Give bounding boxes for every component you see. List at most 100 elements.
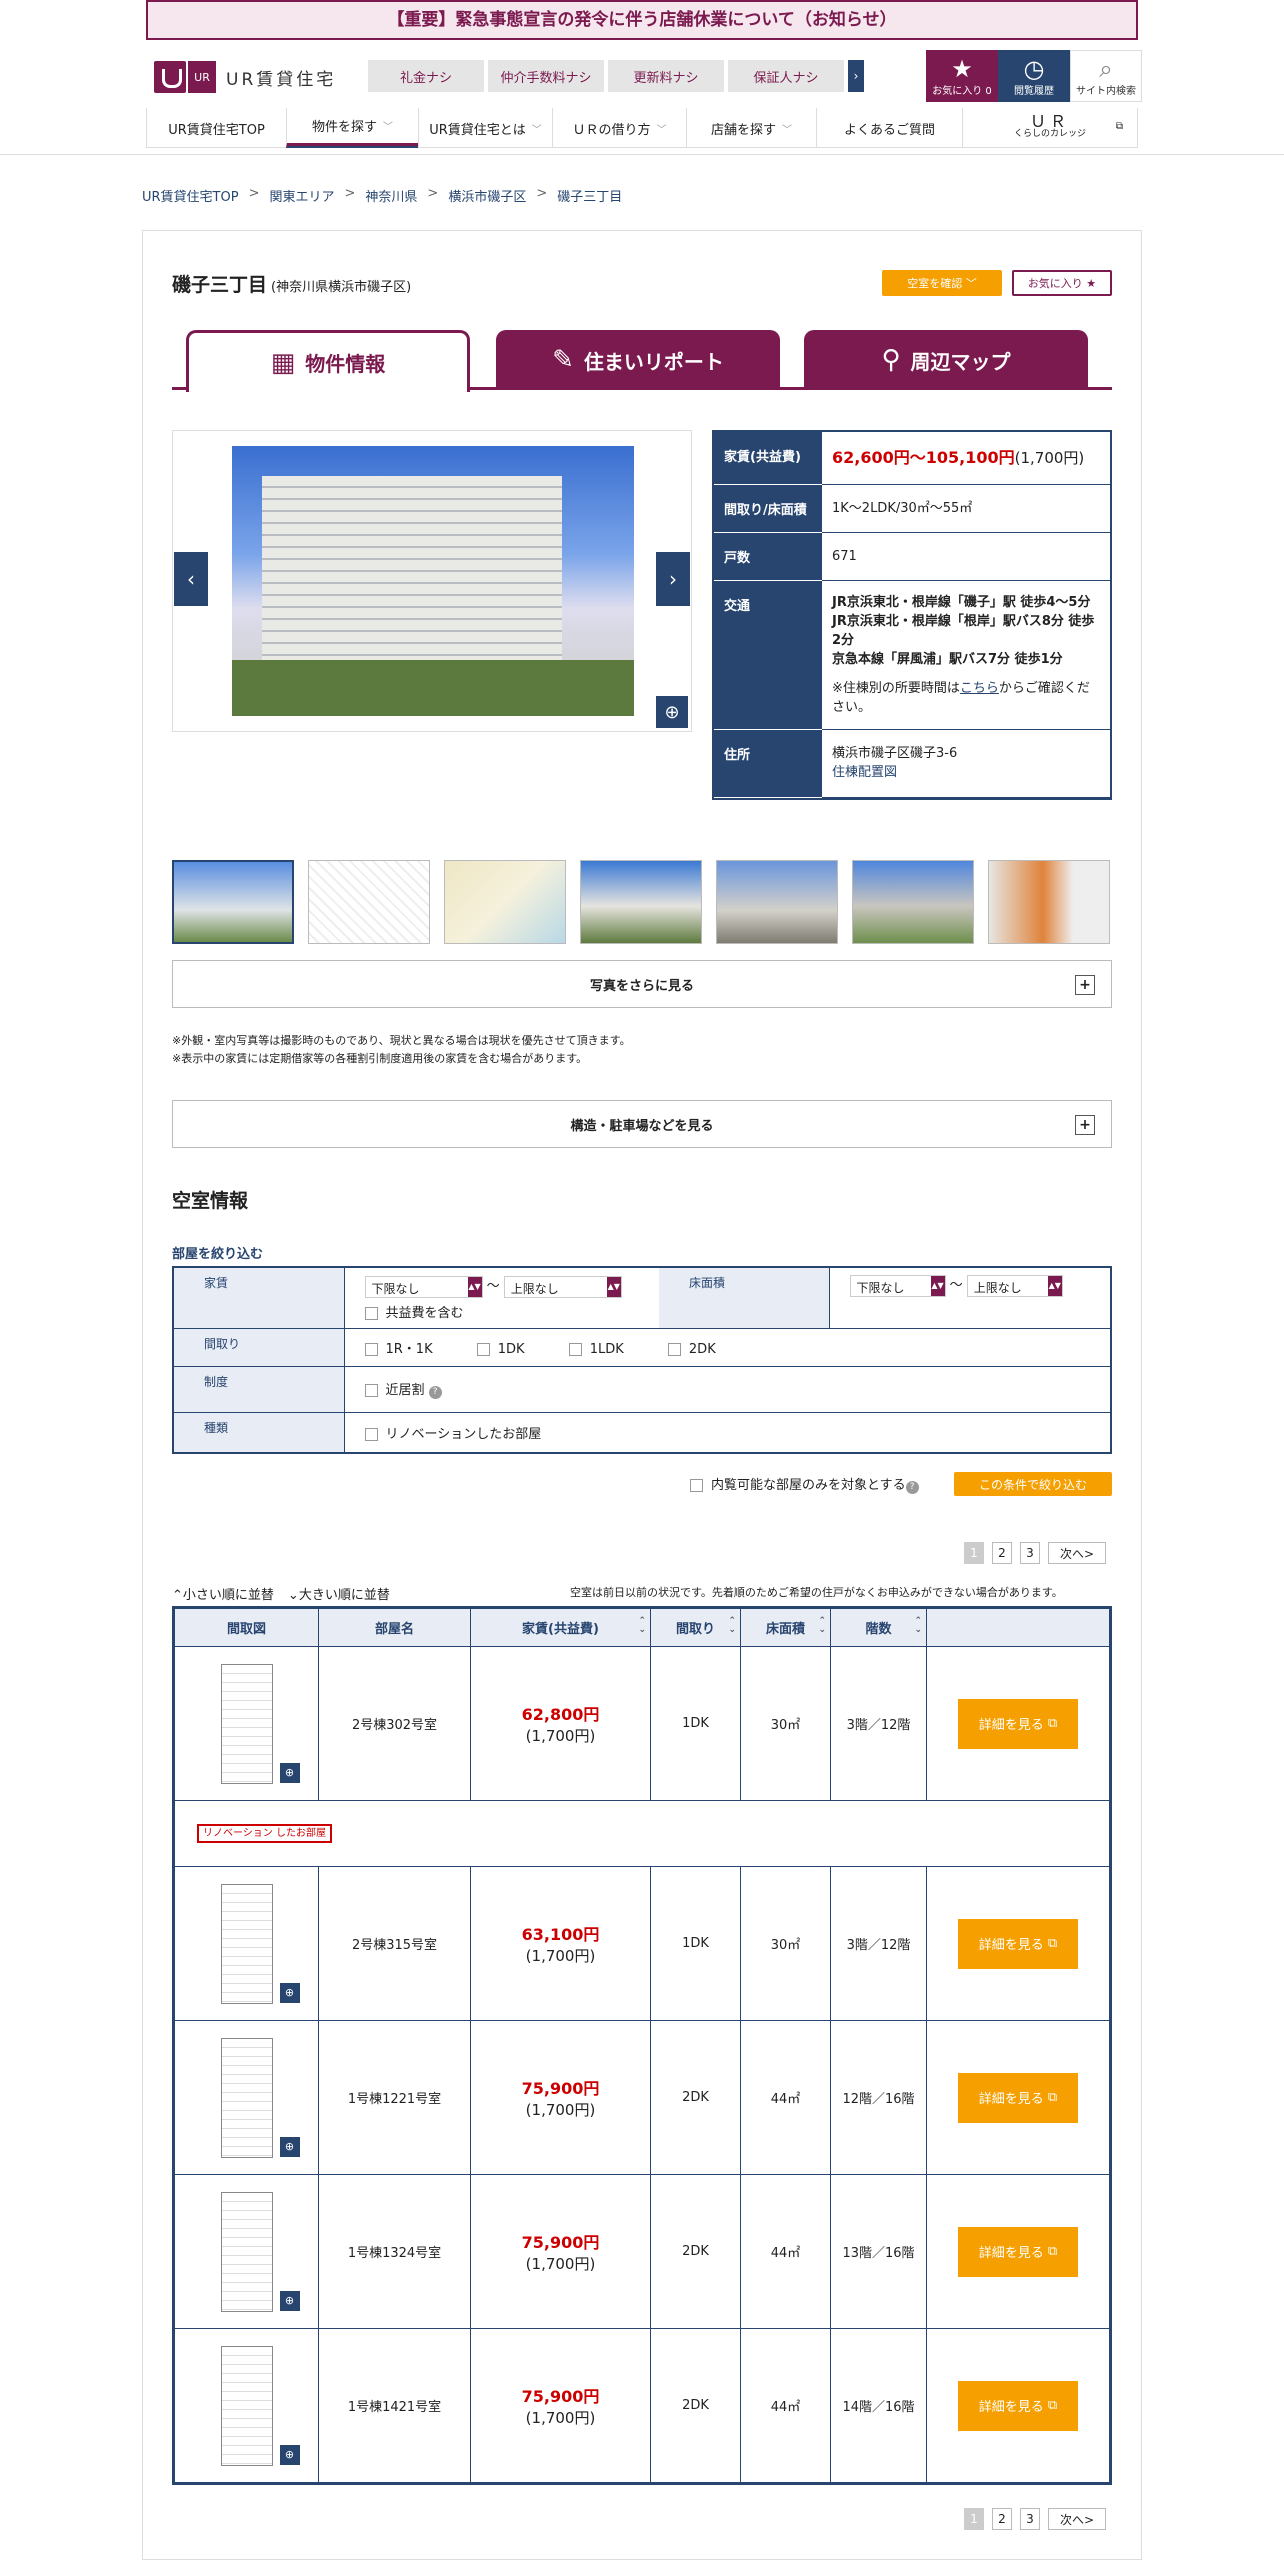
view-detail-button[interactable]: 詳細を見る ⧉ [958,2226,1078,2277]
ur-logo[interactable]: UR UR賃貸住宅 [154,60,350,94]
breadcrumb-kanagawa[interactable]: 神奈川県 [365,186,417,205]
map-pin-icon: ⚲ [881,345,901,375]
help-icon[interactable]: ? [905,1481,919,1494]
access-note: ※住棟別の所要時間はこちらからご確認ください。 [832,680,1090,715]
nav-ur-top[interactable]: UR賃貸住宅TOP [146,108,286,148]
access-detail-link[interactable]: こちら [960,681,999,696]
next-page-button[interactable]: 次へ> [1048,1542,1106,1564]
breadcrumb-kanto[interactable]: 関東エリア [269,186,334,205]
zoom-in-icon[interactable]: ⊕ [279,2444,300,2465]
view-detail-button[interactable]: 詳細を見る ⧉ [958,1698,1078,1749]
breadcrumb-current[interactable]: 磯子三丁目 [557,186,622,205]
col-layout[interactable]: 間取り ⌃ ⌄ [650,1608,741,1647]
history-label: 閲覧履歴 [1014,85,1054,97]
col-floor[interactable]: 階数 ⌃ ⌄ [830,1608,927,1647]
history-button[interactable]: ◷ 閲覧履歴 [998,50,1070,102]
property-tabs: ▦ 物件情報 ✎ 住まいリポート ⚲ 周辺マップ [172,330,1112,392]
table-row: ⊕ 1号棟1221号室 75,900円 (1,700円) 2DK 44㎡ 12階／… [174,2020,1110,2175]
floor-plan-image[interactable]: ⊕ [220,2191,300,2312]
layout-1r1k-checkbox[interactable] [364,1342,378,1356]
building-icon: ▦ [270,347,296,378]
badge-next-button[interactable]: › [848,60,864,92]
structure-parking-toggle[interactable]: 構造・駐車場などを見る + [172,1100,1112,1148]
layout-2dk-checkbox[interactable] [667,1342,681,1356]
zoom-in-icon[interactable]: ⊕ [279,1762,300,1783]
layout-1ldk-checkbox[interactable] [568,1342,582,1356]
college-logo-top: ＵＲ [1029,112,1070,131]
layout-1dk-checkbox[interactable] [476,1342,490,1356]
site-plan-link[interactable]: 住棟配置図 [832,765,897,780]
sort-ascending-link[interactable]: ⌃小さい順に並替 [172,1584,274,1603]
page-2[interactable]: 2 [992,2508,1012,2530]
page-1[interactable]: 1 [964,2508,984,2530]
room-name: 2号棟302号室 [318,1646,471,1801]
college-logo-bottom: くらしのカレッジ [1013,129,1086,139]
tab-property-info[interactable]: ▦ 物件情報 [186,330,470,392]
favorites-button[interactable]: ★ お気に入り 0 [926,50,998,102]
view-detail-button[interactable]: 詳細を見る ⧉ [958,2380,1078,2431]
nav-find-store[interactable]: 店舗を探す ﹀ [686,108,816,148]
zoom-in-icon[interactable]: ⊕ [279,2290,300,2311]
renovated-checkbox[interactable] [364,1427,378,1441]
site-search-button[interactable]: ⌕ サイト内検索 [1070,50,1142,102]
zoom-in-icon[interactable]: ⊕ [279,1982,300,2003]
next-page-button[interactable]: 次へ> [1048,2508,1106,2530]
more-photos-toggle[interactable]: 写真をさらに見る + [172,960,1112,1008]
kinkyo-discount-checkbox[interactable] [364,1384,378,1397]
nav-about-ur[interactable]: UR賃貸住宅とは ﹀ [418,108,552,148]
check-vacancy-button[interactable]: 空室を確認 ﹀ [882,270,1002,296]
floor-plan-image[interactable]: ⊕ [220,1663,300,1784]
view-detail-button[interactable]: 詳細を見る ⧉ [958,2072,1078,2123]
nav-how-to-rent[interactable]: ＵＲの借り方 ﹀ [552,108,686,148]
thumbnail-exterior[interactable] [716,860,838,944]
property-name: 磯子三丁目 [172,274,268,296]
page-1[interactable]: 1 [964,1542,984,1564]
thumbnail-exterior[interactable] [172,860,294,944]
floor-plan-image[interactable]: ⊕ [220,1883,300,2004]
emergency-notice-banner[interactable]: 【重要】緊急事態宣言の発令に伴う店舗休業について（お知らせ） [146,0,1138,40]
help-icon[interactable]: ? [428,1386,442,1399]
gallery-prev-button[interactable]: ‹ [174,552,208,606]
add-favorite-button[interactable]: お気に入り ★ [1012,270,1112,296]
viewable-only-checkbox[interactable] [690,1479,703,1492]
gallery-next-button[interactable]: › [656,552,690,606]
area-max-select[interactable]: 上限なし ▲▼ [966,1274,1063,1297]
badge-no-agent-fee[interactable]: 仲介手数料ナシ [488,60,604,92]
thumbnail-exterior[interactable] [852,860,974,944]
thumbnail-area-map[interactable] [444,860,566,944]
room-area: 44㎡ [740,2174,831,2329]
area-min-select[interactable]: 下限なし ▲▼ [849,1274,946,1297]
floor-plan-image[interactable]: ⊕ [220,2345,300,2466]
col-rent[interactable]: 家賃(共益費) ⌃ ⌄ [470,1608,651,1647]
page-2[interactable]: 2 [992,1542,1012,1564]
tab-living-report[interactable]: ✎ 住まいリポート [496,330,780,390]
zoom-in-button[interactable]: ⊕ [656,696,688,728]
breadcrumb-isogo-ward[interactable]: 横浜市磯子区 [448,186,526,205]
col-area[interactable]: 床面積 ⌃ ⌄ [740,1608,831,1647]
table-row: ⊕ 2号棟315号室 63,100円 (1,700円) 1DK 30㎡ 3階／12… [174,1866,1110,2021]
sort-descending-link[interactable]: ⌄大きい順に並替 [288,1584,390,1603]
thumbnail-map[interactable] [308,860,430,944]
feature-badges: 礼金ナシ 仲介手数料ナシ 更新料ナシ 保証人ナシ › [368,60,864,92]
nav-faq[interactable]: よくあるご質問 [816,108,962,148]
breadcrumb-ur-top[interactable]: UR賃貸住宅TOP [142,186,239,205]
floor-plan-image[interactable]: ⊕ [220,2037,300,2158]
common-fee-checkbox[interactable] [364,1306,378,1320]
badge-no-key-money[interactable]: 礼金ナシ [368,60,484,92]
chevron-down-icon: ﹀ [531,124,542,136]
nav-kurashi-college[interactable]: ＵＲ くらしのカレッジ ⧉ [962,108,1138,148]
thumbnail-exterior[interactable] [580,860,702,944]
page-3[interactable]: 3 [1020,2508,1040,2530]
rent-min-select[interactable]: 下限なし ▲▼ [364,1275,483,1298]
badge-no-renewal-fee[interactable]: 更新料ナシ [608,60,724,92]
badge-no-guarantor[interactable]: 保証人ナシ [728,60,844,92]
thumbnail-entrance[interactable] [988,860,1110,944]
rent-max-select[interactable]: 上限なし ▲▼ [503,1275,622,1298]
apply-filter-button[interactable]: この条件で絞り込む [954,1472,1112,1496]
nav-find-property[interactable]: 物件を探す ﹀ [286,108,418,148]
view-detail-button[interactable]: 詳細を見る ⧉ [958,1918,1078,1969]
room-name: 1号棟1421号室 [318,2328,471,2483]
tab-area-map[interactable]: ⚲ 周辺マップ [804,330,1088,390]
zoom-in-icon[interactable]: ⊕ [279,2136,300,2157]
page-3[interactable]: 3 [1020,1542,1040,1564]
